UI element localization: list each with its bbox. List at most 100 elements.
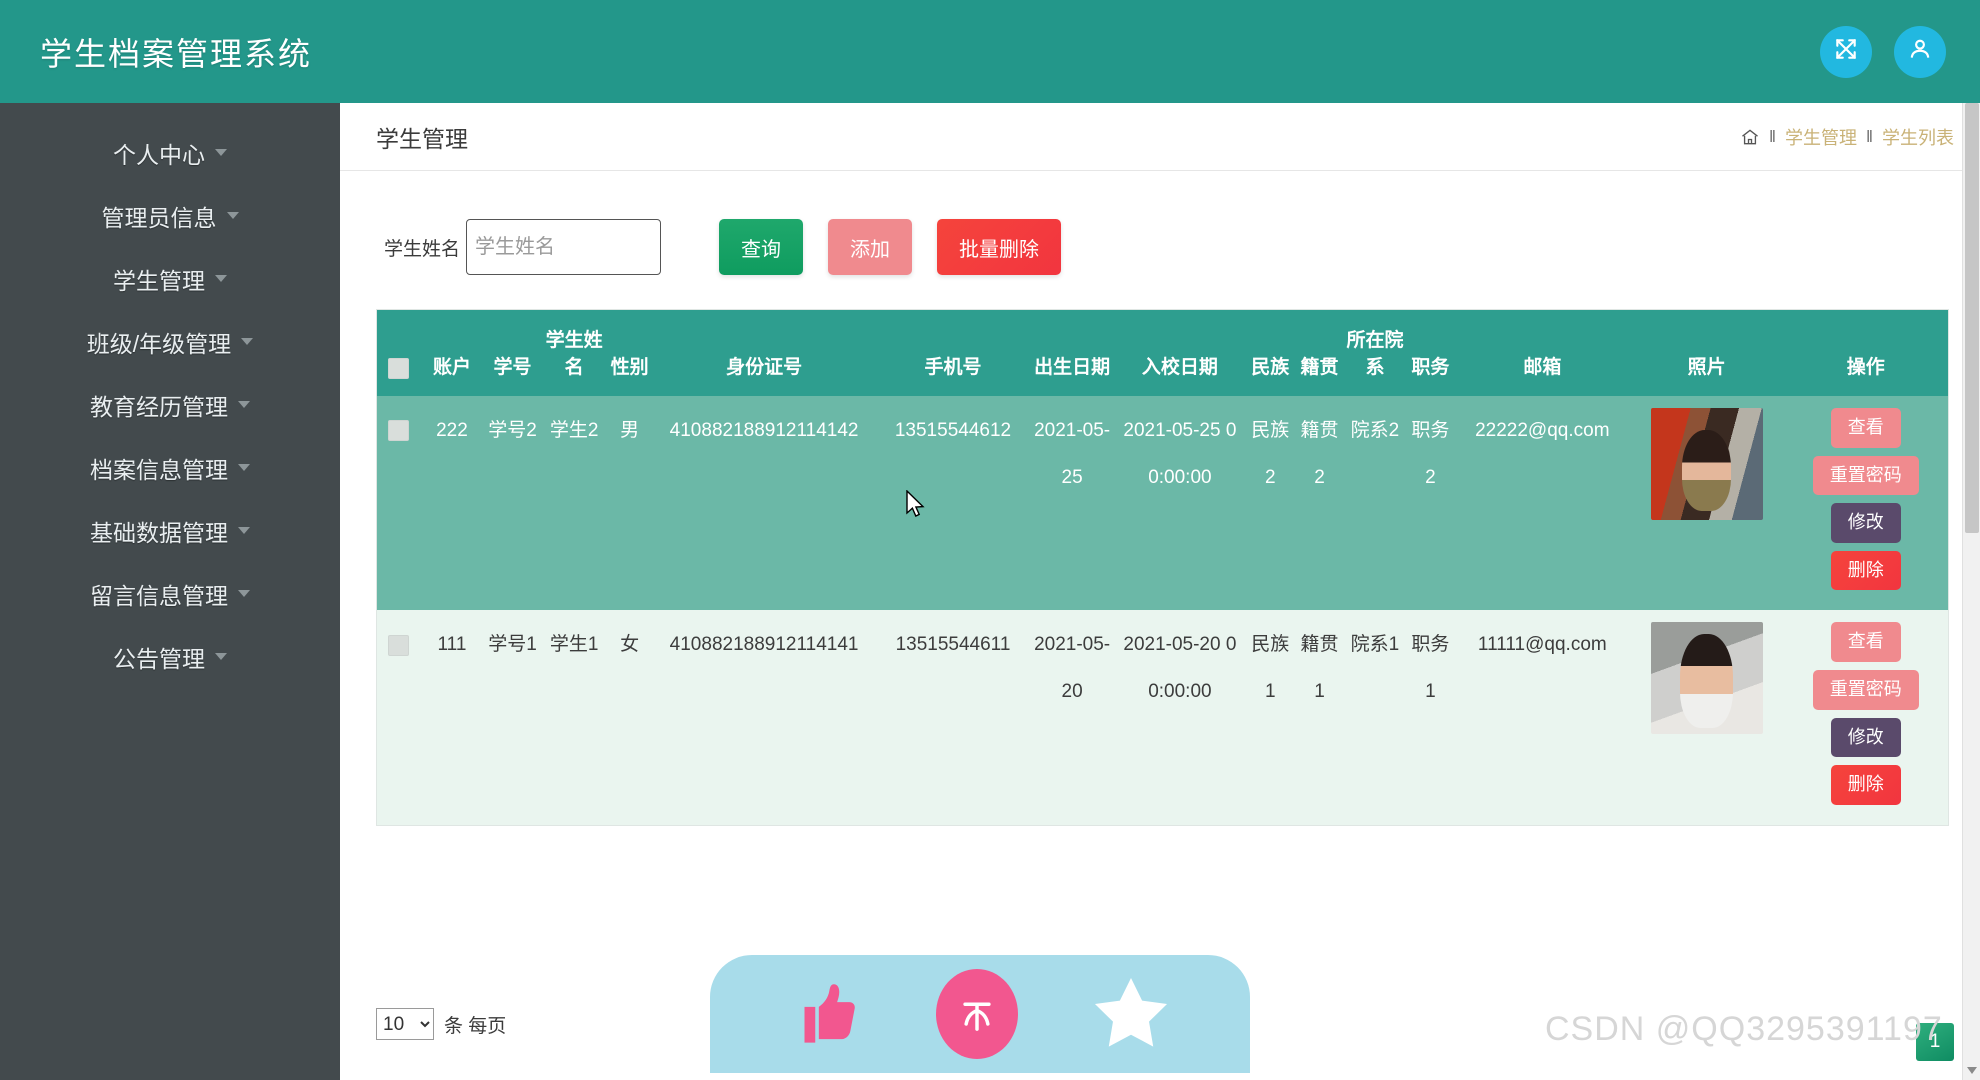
reset-password-button[interactable]: 重置密码: [1812, 455, 1919, 496]
cell-department: 院系2: [1344, 396, 1406, 611]
cell-enroll-date: 2021-05-25 00:00:00: [1114, 396, 1246, 611]
sidebar-item-announcement-management[interactable]: 公告管理: [0, 625, 340, 688]
breadcrumb-item-student-management[interactable]: 学生管理: [1785, 124, 1857, 150]
page-number-button[interactable]: 1: [1916, 1023, 1954, 1061]
student-photo[interactable]: [1650, 408, 1763, 520]
col-student-name: 学生姓名: [541, 310, 607, 396]
cell-photo: [1629, 396, 1784, 611]
row-checkbox[interactable]: [388, 634, 410, 656]
col-email: 邮箱: [1455, 310, 1630, 396]
student-name-input[interactable]: [466, 219, 662, 275]
add-button[interactable]: 添加: [828, 219, 913, 275]
cell-student-name: 学生2: [541, 396, 607, 611]
chevron-down-icon: [215, 149, 227, 156]
vertical-scrollbar[interactable]: [1962, 103, 1980, 1080]
edit-button[interactable]: 修改: [1830, 717, 1901, 758]
star-icon[interactable]: [1085, 968, 1177, 1060]
sidebar-item-basic-data-management[interactable]: 基础数据管理: [0, 499, 340, 562]
main-content: 学生管理 ‖ 学生管理 ‖ 学生列表 学生姓名 查询 添加 批量删除: [340, 103, 1980, 1080]
home-icon[interactable]: [1740, 127, 1760, 147]
col-gender: 性别: [606, 310, 653, 396]
cell-duty: 职务2: [1405, 396, 1456, 611]
sidebar-item-label: 档案信息管理: [90, 456, 228, 483]
col-department: 所在院系: [1344, 310, 1406, 396]
table-row: 222 学号2 学生2 男 410882188912114142 1351554…: [377, 396, 1948, 611]
table-row: 111 学号1 学生1 女 410882188912114141 1351554…: [377, 610, 1948, 825]
sidebar-item-student-management[interactable]: 学生管理: [0, 247, 340, 310]
no-circle-badge: [935, 969, 1018, 1059]
breadcrumb-item-student-list[interactable]: 学生列表: [1882, 124, 1954, 150]
col-id-card: 身份证号: [652, 310, 876, 396]
delete-button[interactable]: 删除: [1830, 550, 1901, 591]
scrollbar-thumb[interactable]: [1965, 103, 1979, 533]
view-button[interactable]: 查看: [1830, 622, 1901, 662]
cell-student-no: 学号1: [483, 610, 542, 825]
chevron-down-icon: [226, 212, 239, 219]
sidebar-item-personal-center[interactable]: 个人中心: [0, 121, 340, 184]
page-title: 学生管理: [376, 125, 468, 152]
cell-email: 22222@qq.com: [1455, 396, 1630, 611]
cell-actions: 查看 重置密码 修改 删除: [1783, 396, 1948, 611]
per-page-label: 条 每页: [444, 1015, 507, 1037]
select-all-checkbox[interactable]: [388, 357, 410, 379]
row-checkbox[interactable]: [388, 420, 410, 442]
cell-nation: 民族1: [1245, 610, 1295, 825]
batch-delete-button[interactable]: 批量删除: [937, 219, 1062, 275]
sidebar-item-education-history-management[interactable]: 教育经历管理: [0, 373, 340, 436]
chevron-down-icon: [238, 527, 250, 534]
cell-phone: 13515544611: [875, 610, 1030, 825]
edit-button[interactable]: 修改: [1830, 503, 1901, 543]
sidebar-item-class-grade-management[interactable]: 班级/年级管理: [0, 310, 340, 373]
user-button[interactable]: [1894, 25, 1946, 78]
col-hometown: 籍贯: [1294, 310, 1345, 396]
page-size-select[interactable]: 10 20 50 100: [376, 1008, 434, 1040]
col-enroll-date: 入校日期: [1114, 310, 1246, 396]
page-header: 学生管理 ‖ 学生管理 ‖ 学生列表: [340, 103, 1980, 171]
student-table: 账户 学号 学生姓名 性别 身份证号 手机号 出生日期 入校日期 民族 籍贯 所…: [377, 310, 1948, 825]
cell-student-no: 学号2: [483, 396, 542, 611]
row-select-cell: [377, 396, 421, 611]
app-header: 学生档案管理系统: [0, 0, 1980, 103]
cell-id-card: 410882188912114141: [652, 610, 876, 825]
breadcrumb: ‖ 学生管理 ‖ 学生列表: [1740, 124, 1954, 150]
app-title: 学生档案管理系统: [40, 35, 313, 72]
sidebar-item-label: 班级/年级管理: [86, 330, 232, 357]
fullscreen-icon: [1833, 36, 1859, 67]
cell-duty: 职务1: [1405, 610, 1456, 825]
sidebar-item-message-info-management[interactable]: 留言信息管理: [0, 562, 340, 625]
sidebar-item-label: 管理员信息: [101, 204, 217, 231]
col-student-no: 学号: [483, 310, 542, 396]
sidebar-item-admin-info[interactable]: 管理员信息: [0, 184, 340, 247]
cell-photo: [1629, 610, 1784, 825]
col-nation: 民族: [1245, 310, 1295, 396]
chevron-down-icon: [215, 275, 227, 282]
cell-student-name: 学生1: [541, 610, 607, 825]
col-birth-date: 出生日期: [1030, 310, 1115, 396]
view-button[interactable]: 查看: [1830, 408, 1901, 448]
delete-button[interactable]: 删除: [1830, 765, 1901, 805]
chevron-down-icon: [215, 653, 227, 660]
breadcrumb-separator: ‖: [1768, 126, 1776, 146]
sidebar-item-label: 留言信息管理: [90, 582, 228, 609]
header-actions: [1820, 25, 1946, 78]
col-phone: 手机号: [875, 310, 1030, 396]
cell-id-card: 410882188912114142: [652, 396, 876, 611]
no-circle-icon[interactable]: [935, 969, 1018, 1059]
select-all-header: [377, 310, 421, 396]
chevron-down-icon: [238, 401, 250, 408]
thumbs-up-icon[interactable]: [783, 971, 869, 1057]
query-button[interactable]: 查询: [719, 219, 804, 275]
reset-password-button[interactable]: 重置密码: [1812, 669, 1919, 710]
cell-department: 院系1: [1344, 610, 1406, 825]
row-select-cell: [377, 610, 421, 825]
col-photo: 照片: [1629, 310, 1784, 396]
sidebar-item-archive-info-management[interactable]: 档案信息管理: [0, 436, 340, 499]
cell-hometown: 籍贯2: [1294, 396, 1345, 611]
floating-action-bar: [710, 955, 1250, 1073]
col-account: 账户: [420, 310, 484, 396]
student-photo[interactable]: [1650, 622, 1763, 735]
scroll-down-arrow-icon[interactable]: [1967, 1067, 1977, 1074]
fullscreen-button[interactable]: [1820, 25, 1872, 78]
sidebar-item-label: 学生管理: [113, 267, 205, 294]
cell-email: 11111@qq.com: [1455, 610, 1630, 825]
